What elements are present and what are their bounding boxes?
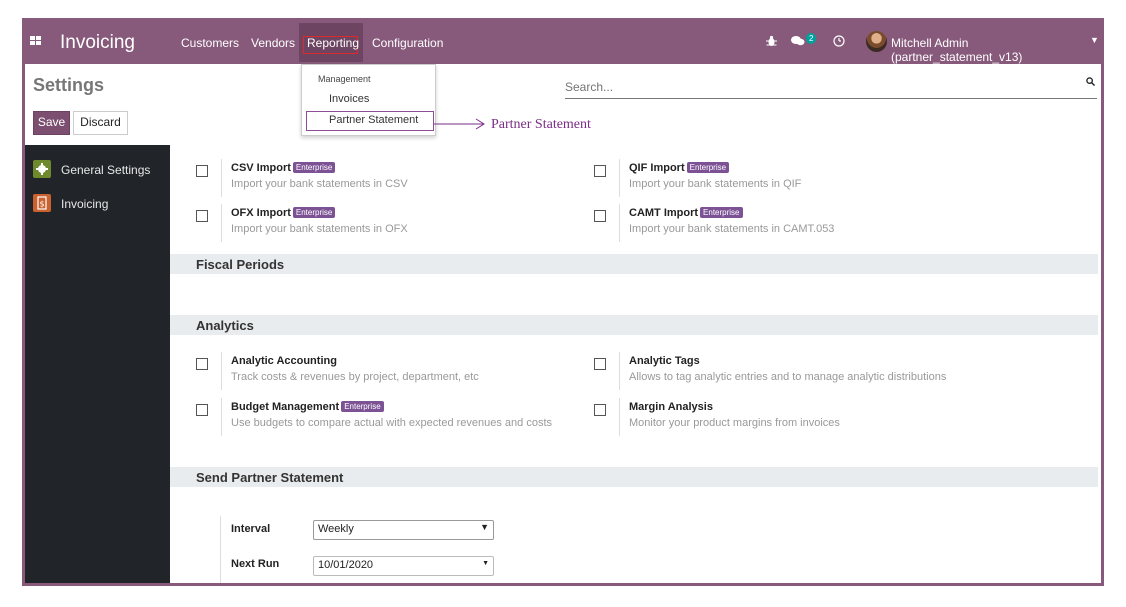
qif-import-checkbox[interactable] (594, 165, 606, 177)
save-button[interactable]: Save (33, 111, 70, 135)
enterprise-badge: Enterprise (686, 162, 730, 173)
interval-label: Interval (231, 523, 271, 535)
menu-reporting[interactable]: Reporting (307, 36, 359, 50)
dropdown-section-header: Management (318, 74, 371, 84)
page-title: Settings (33, 75, 105, 95)
setting-title: Budget Management Enterprise (231, 401, 384, 413)
section-title: Analytics (196, 318, 254, 333)
setting-title: Analytic Tags (629, 355, 700, 367)
bug-icon[interactable] (766, 35, 777, 47)
settings-sidebar: General Settings $ Invoicing (25, 145, 170, 583)
menu-reporting-active[interactable]: Reporting (299, 23, 363, 62)
enterprise-badge: Enterprise (292, 207, 336, 218)
invoice-icon: $ (33, 194, 51, 212)
analytic-tags-checkbox[interactable] (594, 358, 606, 370)
settings-content: CSV Import Enterprise Import your bank st… (170, 145, 1101, 583)
dropdown-item-partner-statement[interactable]: Partner Statement (306, 111, 434, 131)
margin-analysis-checkbox[interactable] (594, 404, 606, 416)
setting-ofx-import: OFX Import Enterprise Import your bank st… (196, 204, 556, 250)
budget-management-checkbox[interactable] (196, 404, 208, 416)
search-input[interactable] (565, 76, 1097, 99)
setting-csv-import: CSV Import Enterprise Import your bank st… (196, 159, 556, 205)
reporting-dropdown-menu: Management Invoices Partner Statement (301, 64, 436, 136)
discard-button[interactable]: Discard (73, 111, 128, 135)
setting-description: Import your bank statements in CSV (231, 178, 408, 190)
setting-title: CSV Import Enterprise (231, 162, 336, 174)
setting-title: Margin Analysis (629, 401, 713, 413)
csv-import-checkbox[interactable] (196, 165, 208, 177)
user-menu-name[interactable]: Mitchell Admin (partner_statement_v13) (891, 36, 1101, 64)
section-title: Fiscal Periods (196, 257, 285, 272)
dropdown-item-invoices[interactable]: Invoices (329, 93, 369, 105)
setting-margin-analysis: Margin Analysis Monitor your product mar… (594, 398, 954, 444)
dropdown-item-label: Partner Statement (329, 114, 419, 126)
setting-title: OFX Import Enterprise (231, 207, 336, 219)
sidebar-item-label: Invoicing (61, 197, 109, 211)
setting-description: Import your bank statements in QIF (629, 178, 802, 190)
setting-analytic-tags: Analytic Tags Allows to tag analytic ent… (594, 352, 954, 398)
apps-grid-icon[interactable] (30, 36, 42, 48)
camt-import-checkbox[interactable] (594, 210, 606, 222)
chevron-down-icon[interactable]: ▼ (1090, 35, 1099, 45)
setting-title: CAMT Import Enterprise (629, 207, 743, 219)
setting-analytic-accounting: Analytic Accounting Track costs & revenu… (196, 352, 556, 398)
chat-icon[interactable] (791, 35, 805, 47)
enterprise-badge: Enterprise (700, 207, 743, 218)
app-title[interactable]: Invoicing (60, 32, 135, 54)
app-window: Invoicing Customers Vendors Reporting Co… (22, 18, 1104, 586)
sidebar-item-invoicing[interactable]: $ Invoicing (33, 194, 168, 214)
setting-description: Allows to tag analytic entries and to ma… (629, 371, 947, 383)
setting-qif-import: QIF Import Enterprise Import your bank st… (594, 159, 954, 205)
sidebar-item-label: General Settings (61, 163, 151, 177)
sidebar-item-general-settings[interactable]: General Settings (33, 160, 168, 180)
chevron-down-icon: ▼ (480, 522, 489, 532)
setting-camt-import: CAMT Import Enterprise Import your bank s… (594, 204, 954, 250)
setting-description: Use budgets to compare actual with expec… (231, 417, 553, 429)
search-icon[interactable] (1086, 77, 1095, 86)
setting-description: Track costs & revenues by project, depar… (231, 371, 479, 383)
annotation-arrow-icon (434, 118, 485, 130)
user-avatar[interactable] (866, 31, 887, 52)
setting-title: Analytic Accounting (231, 355, 337, 367)
menu-vendors[interactable]: Vendors (251, 36, 295, 50)
enterprise-badge: Enterprise (292, 162, 336, 173)
setting-description: Import your bank statements in OFX (231, 223, 408, 235)
setting-description: Monitor your product margins from invoic… (629, 417, 840, 429)
next-run-date-input[interactable]: 10/01/2020 ▼ (313, 556, 494, 576)
analytic-accounting-checkbox[interactable] (196, 358, 208, 370)
top-navbar: Invoicing Customers Vendors Reporting Co… (25, 21, 1101, 64)
next-run-label: Next Run (231, 558, 280, 570)
enterprise-badge: Enterprise (341, 401, 384, 412)
section-title: Send Partner Statement (196, 470, 344, 485)
menu-customers[interactable]: Customers (181, 36, 239, 50)
section-send-partner-statement: Send Partner Statement (170, 467, 1098, 487)
menu-configuration[interactable]: Configuration (372, 36, 443, 50)
caret-down-icon: ▼ (482, 560, 489, 567)
control-panel: Settings Save Discard (25, 64, 1101, 146)
clock-icon[interactable] (833, 35, 845, 47)
annotation-label: Partner Statement (491, 117, 591, 132)
setting-title: QIF Import Enterprise (629, 162, 730, 174)
section-fiscal-periods: Fiscal Periods (170, 254, 1098, 274)
chat-count-badge: 2 (806, 33, 817, 44)
ofx-import-checkbox[interactable] (196, 210, 208, 222)
setting-budget-management: Budget Management Enterprise Use budgets … (196, 398, 556, 444)
interval-select[interactable]: Weekly ▼ (313, 520, 494, 540)
section-analytics: Analytics (170, 315, 1098, 335)
setting-description: Import your bank statements in CAMT.053 (629, 223, 835, 235)
svg-text:$: $ (39, 200, 44, 209)
gear-icon (33, 160, 51, 178)
